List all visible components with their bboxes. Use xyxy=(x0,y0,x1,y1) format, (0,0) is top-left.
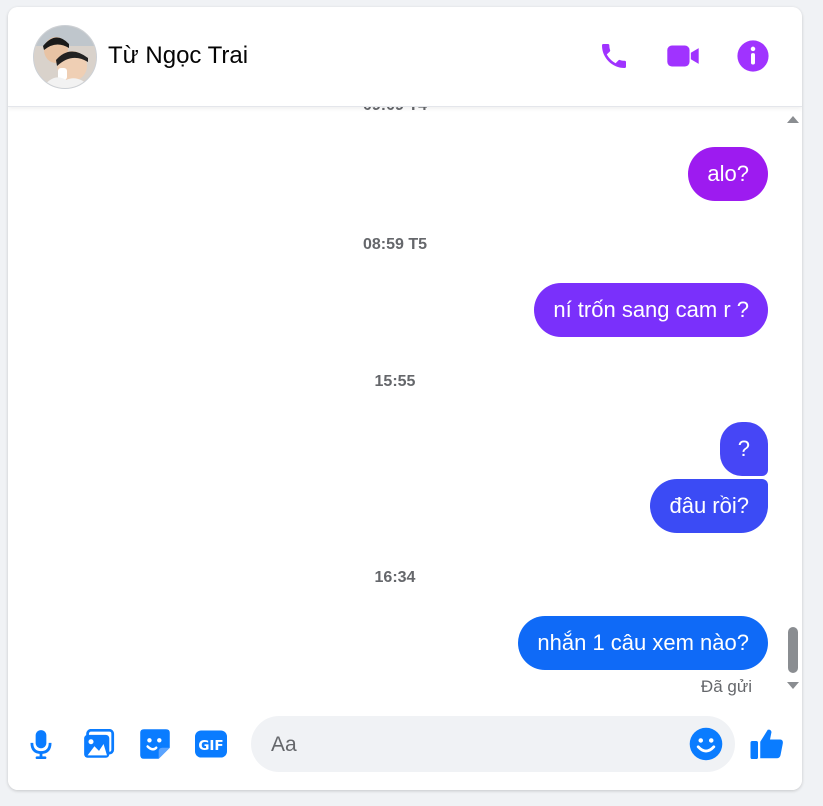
message-thread[interactable]: 09:09 T4 alo? 08:59 T5 ní trốn sang cam … xyxy=(8,107,802,705)
message-bubble[interactable]: ní trốn sang cam r ? xyxy=(534,283,768,337)
voice-clip-button[interactable] xyxy=(24,727,58,761)
sticker-button[interactable] xyxy=(138,727,172,761)
message-bubble[interactable]: đâu rồi? xyxy=(650,479,768,533)
composer: GIF xyxy=(8,705,802,790)
timestamp: 08:59 T5 xyxy=(362,236,428,253)
message-input[interactable] xyxy=(269,716,683,774)
video-call-button[interactable] xyxy=(665,38,701,74)
message-bubble[interactable]: alo? xyxy=(688,147,768,201)
timestamp: 09:09 T4 xyxy=(8,107,782,115)
avatar[interactable] xyxy=(33,25,97,89)
emoji-icon[interactable] xyxy=(689,727,723,761)
phone-icon xyxy=(602,44,626,68)
like-icon xyxy=(750,729,783,759)
svg-text:GIF: GIF xyxy=(198,738,223,754)
scroll-down-icon[interactable] xyxy=(787,682,799,690)
message-bubble[interactable]: nhắn 1 câu xem nào? xyxy=(518,616,768,670)
call-button[interactable] xyxy=(596,38,632,74)
microphone-icon xyxy=(30,730,52,759)
sent-status: Đã gửi xyxy=(700,677,752,696)
photo-button[interactable] xyxy=(82,727,116,761)
video-camera-icon xyxy=(667,45,699,67)
contact-name[interactable]: Từ Ngọc Trai xyxy=(108,42,248,70)
timestamp: 15:55 xyxy=(374,373,416,390)
sticker-icon xyxy=(140,729,170,759)
chat-header: Từ Ngọc Trai xyxy=(8,7,802,107)
timestamp: 16:34 xyxy=(374,569,416,586)
scroll-up-icon[interactable] xyxy=(787,115,799,123)
info-icon xyxy=(737,40,769,72)
scrollbar[interactable] xyxy=(784,107,802,705)
info-button[interactable] xyxy=(735,38,771,74)
gif-icon: GIF xyxy=(195,730,227,758)
image-icon xyxy=(84,729,115,758)
chat-window: Từ Ngọc Trai 09:09 T4 alo? 08:59 T5 ní t… xyxy=(8,7,802,790)
like-button[interactable] xyxy=(748,725,786,763)
scroll-thumb[interactable] xyxy=(788,627,798,673)
message-bubble[interactable]: ? xyxy=(719,422,768,476)
message-input-container[interactable] xyxy=(251,716,735,774)
gif-button[interactable]: GIF xyxy=(194,727,228,761)
